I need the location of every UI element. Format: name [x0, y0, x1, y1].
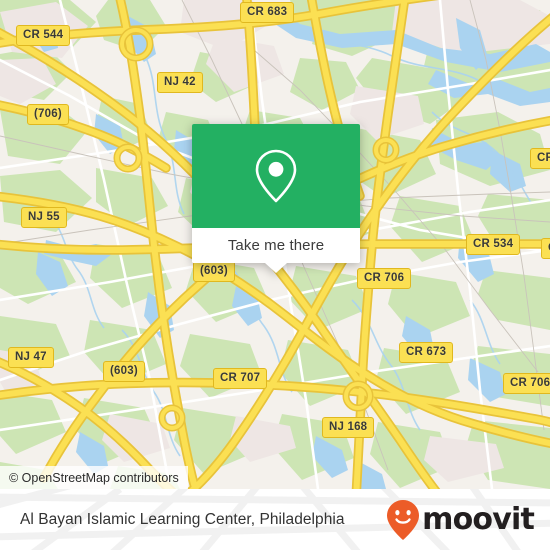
place-popup-card[interactable]: Take me there — [192, 124, 360, 273]
road-label-nj47: NJ 47 — [8, 347, 54, 368]
popup-card-pointer — [265, 263, 287, 273]
road-label-603-lower: (603) — [103, 361, 145, 382]
attribution-text: © OpenStreetMap contributors — [9, 470, 179, 485]
road-label-cr706-right: CR 706 — [503, 373, 550, 394]
road-label-nj55: NJ 55 — [21, 207, 67, 228]
map-pin-icon — [255, 149, 297, 203]
road-label-cr-clipped-top: CR — [530, 148, 550, 169]
road-label-cr534: CR 534 — [466, 234, 521, 255]
moovit-wordmark: moovit — [422, 501, 535, 537]
road-label-cr673: CR 673 — [399, 342, 454, 363]
road-label-cr683: CR 683 — [240, 2, 295, 23]
take-me-there-button[interactable]: Take me there — [192, 228, 360, 263]
popup-card-body: Take me there — [192, 124, 360, 263]
road-label-cr706-mid: CR 706 — [357, 268, 412, 289]
road-label-cr707: CR 707 — [213, 368, 268, 389]
footer-content: Al Bayan Islamic Learning Center, Philad… — [0, 489, 550, 550]
popup-card-image — [192, 124, 360, 228]
road-label-cr-clipped-right: CR — [541, 238, 550, 259]
take-me-there-label: Take me there — [227, 237, 325, 254]
map-canvas[interactable]: CR 544 CR 683 NJ 42 (706) NJ 55 CR 534 C… — [0, 0, 550, 489]
map-screenshot: CR 544 CR 683 NJ 42 (706) NJ 55 CR 534 C… — [0, 0, 550, 550]
place-title: Al Bayan Islamic Learning Center, Philad… — [20, 510, 345, 528]
road-label-cr544: CR 544 — [16, 25, 71, 46]
road-label-nj168: NJ 168 — [322, 417, 375, 438]
road-label-nj42: NJ 42 — [157, 72, 203, 93]
road-label-603-upper: (603) — [193, 261, 235, 282]
moovit-pin-smiley-icon — [387, 499, 420, 540]
map-attribution[interactable]: © OpenStreetMap contributors — [0, 466, 188, 489]
moovit-logo[interactable]: moovit — [386, 499, 535, 541]
footer-bar: Al Bayan Islamic Learning Center, Philad… — [0, 489, 550, 550]
road-label-706: (706) — [27, 104, 69, 125]
